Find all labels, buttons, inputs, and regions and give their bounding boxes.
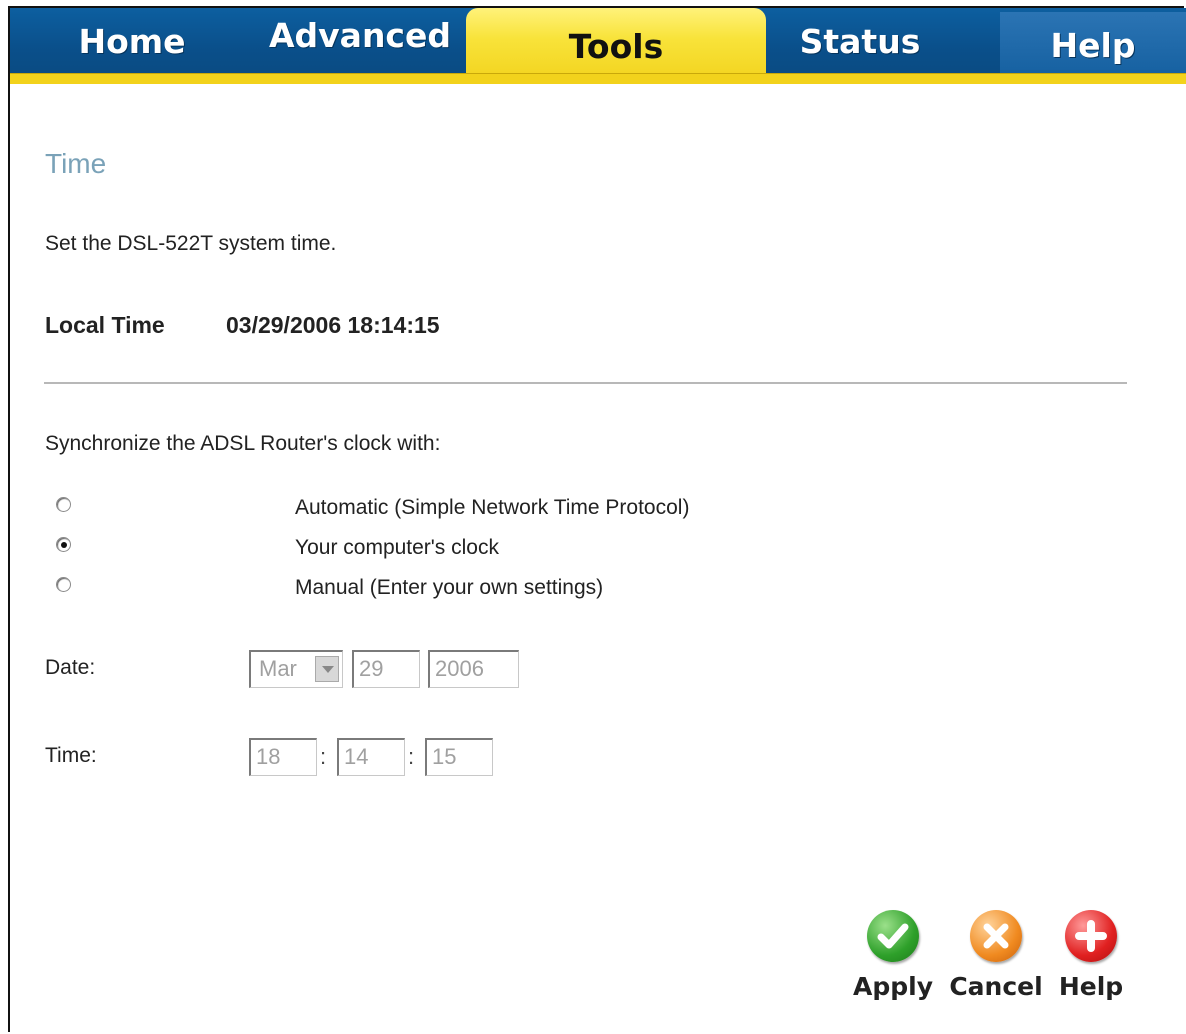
option-computer-clock-label: Your computer's clock: [295, 536, 499, 559]
option-manual-label: Manual (Enter your own settings): [295, 576, 604, 599]
radio-automatic[interactable]: [56, 497, 71, 512]
time-separator: :: [408, 744, 415, 769]
option-automatic-label: Automatic (Simple Network Time Protocol): [295, 496, 690, 519]
nav-tabbar: Home Advanced Tools Status Help: [10, 8, 1186, 84]
tab-status[interactable]: Status: [770, 8, 950, 74]
close-icon: [970, 910, 1022, 962]
time-label: Time:: [45, 744, 97, 767]
cancel-label: Cancel: [949, 972, 1043, 1001]
time-separator: :: [320, 744, 327, 769]
second-input[interactable]: 15: [425, 738, 493, 776]
checkmark-icon: [867, 910, 919, 962]
local-time-label: Local Time: [45, 312, 165, 338]
radio-manual[interactable]: [56, 577, 71, 592]
sync-prompt: Synchronize the ADSL Router's clock with…: [45, 432, 441, 455]
tab-help[interactable]: Help: [1000, 12, 1186, 78]
local-time-value: 03/29/2006 18:14:15: [226, 312, 440, 338]
plus-icon: [1065, 910, 1117, 962]
tab-advanced[interactable]: Advanced: [250, 8, 470, 68]
radio-computer-clock[interactable]: [56, 537, 71, 552]
cancel-button[interactable]: Cancel: [946, 910, 1046, 1001]
year-input[interactable]: 2006: [428, 650, 519, 688]
apply-button[interactable]: Apply: [848, 910, 938, 1001]
page-description: Set the DSL-522T system time.: [45, 232, 337, 255]
date-label: Date:: [45, 656, 96, 679]
chevron-down-icon[interactable]: [315, 656, 339, 682]
tab-home[interactable]: Home: [52, 8, 212, 74]
tabbar-stripe: [10, 73, 1186, 84]
day-input[interactable]: 29: [352, 650, 420, 688]
month-select[interactable]: Mar: [249, 650, 343, 688]
apply-label: Apply: [852, 972, 933, 1001]
page-title: Time: [45, 148, 107, 179]
minute-input[interactable]: 14: [337, 738, 405, 776]
hour-input[interactable]: 18: [249, 738, 317, 776]
help-button[interactable]: Help: [1056, 910, 1126, 1001]
month-value: Mar: [259, 656, 297, 681]
divider: [44, 382, 1127, 384]
help-label: Help: [1058, 972, 1124, 1001]
